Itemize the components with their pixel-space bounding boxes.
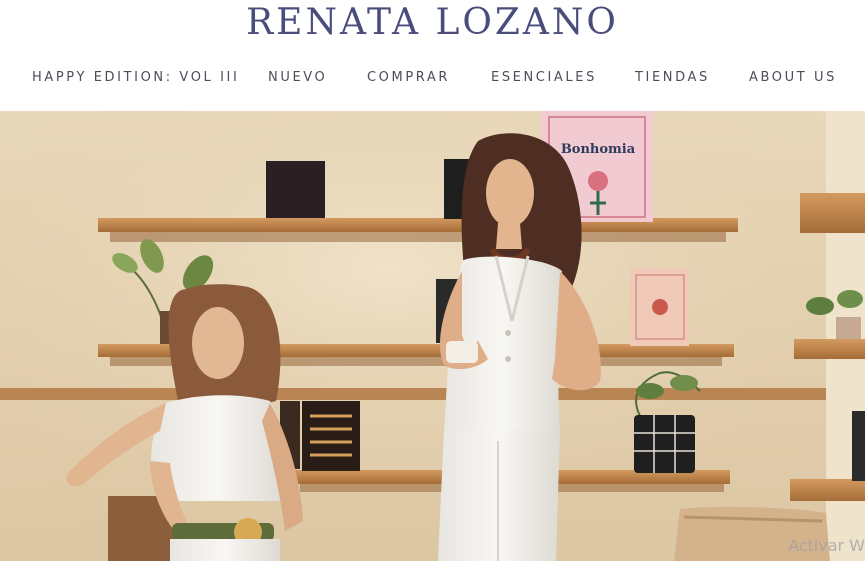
main-nav: HAPPY EDITION: VOL III NUEVO COMPRAR ESE… <box>0 70 865 90</box>
svg-text:Bonhomia: Bonhomia <box>561 142 636 157</box>
wall-rail <box>0 388 826 400</box>
book-right <box>852 411 865 481</box>
book-pink <box>630 268 689 346</box>
nav-item-nuevo[interactable]: NUEVO <box>268 70 327 85</box>
book-spoons <box>302 401 360 471</box>
nav-item-esenciales[interactable]: ESENCIALES <box>491 70 597 85</box>
brand-logo[interactable]: RENATA LOZANO <box>0 2 865 46</box>
nav-item-tiendas[interactable]: TIENDAS <box>635 70 710 85</box>
nav-item-happy-edition[interactable]: HAPPY EDITION: VOL III <box>32 70 239 85</box>
book-dark <box>266 161 325 218</box>
nav-item-comprar[interactable]: COMPRAR <box>367 70 450 85</box>
hero-image: Bonhomia <box>0 111 865 561</box>
nav-item-about-us[interactable]: ABOUT US <box>749 70 837 85</box>
hero-banner[interactable]: Bonhomia Activar W <box>0 111 865 561</box>
activation-watermark: Activar W <box>788 536 865 555</box>
